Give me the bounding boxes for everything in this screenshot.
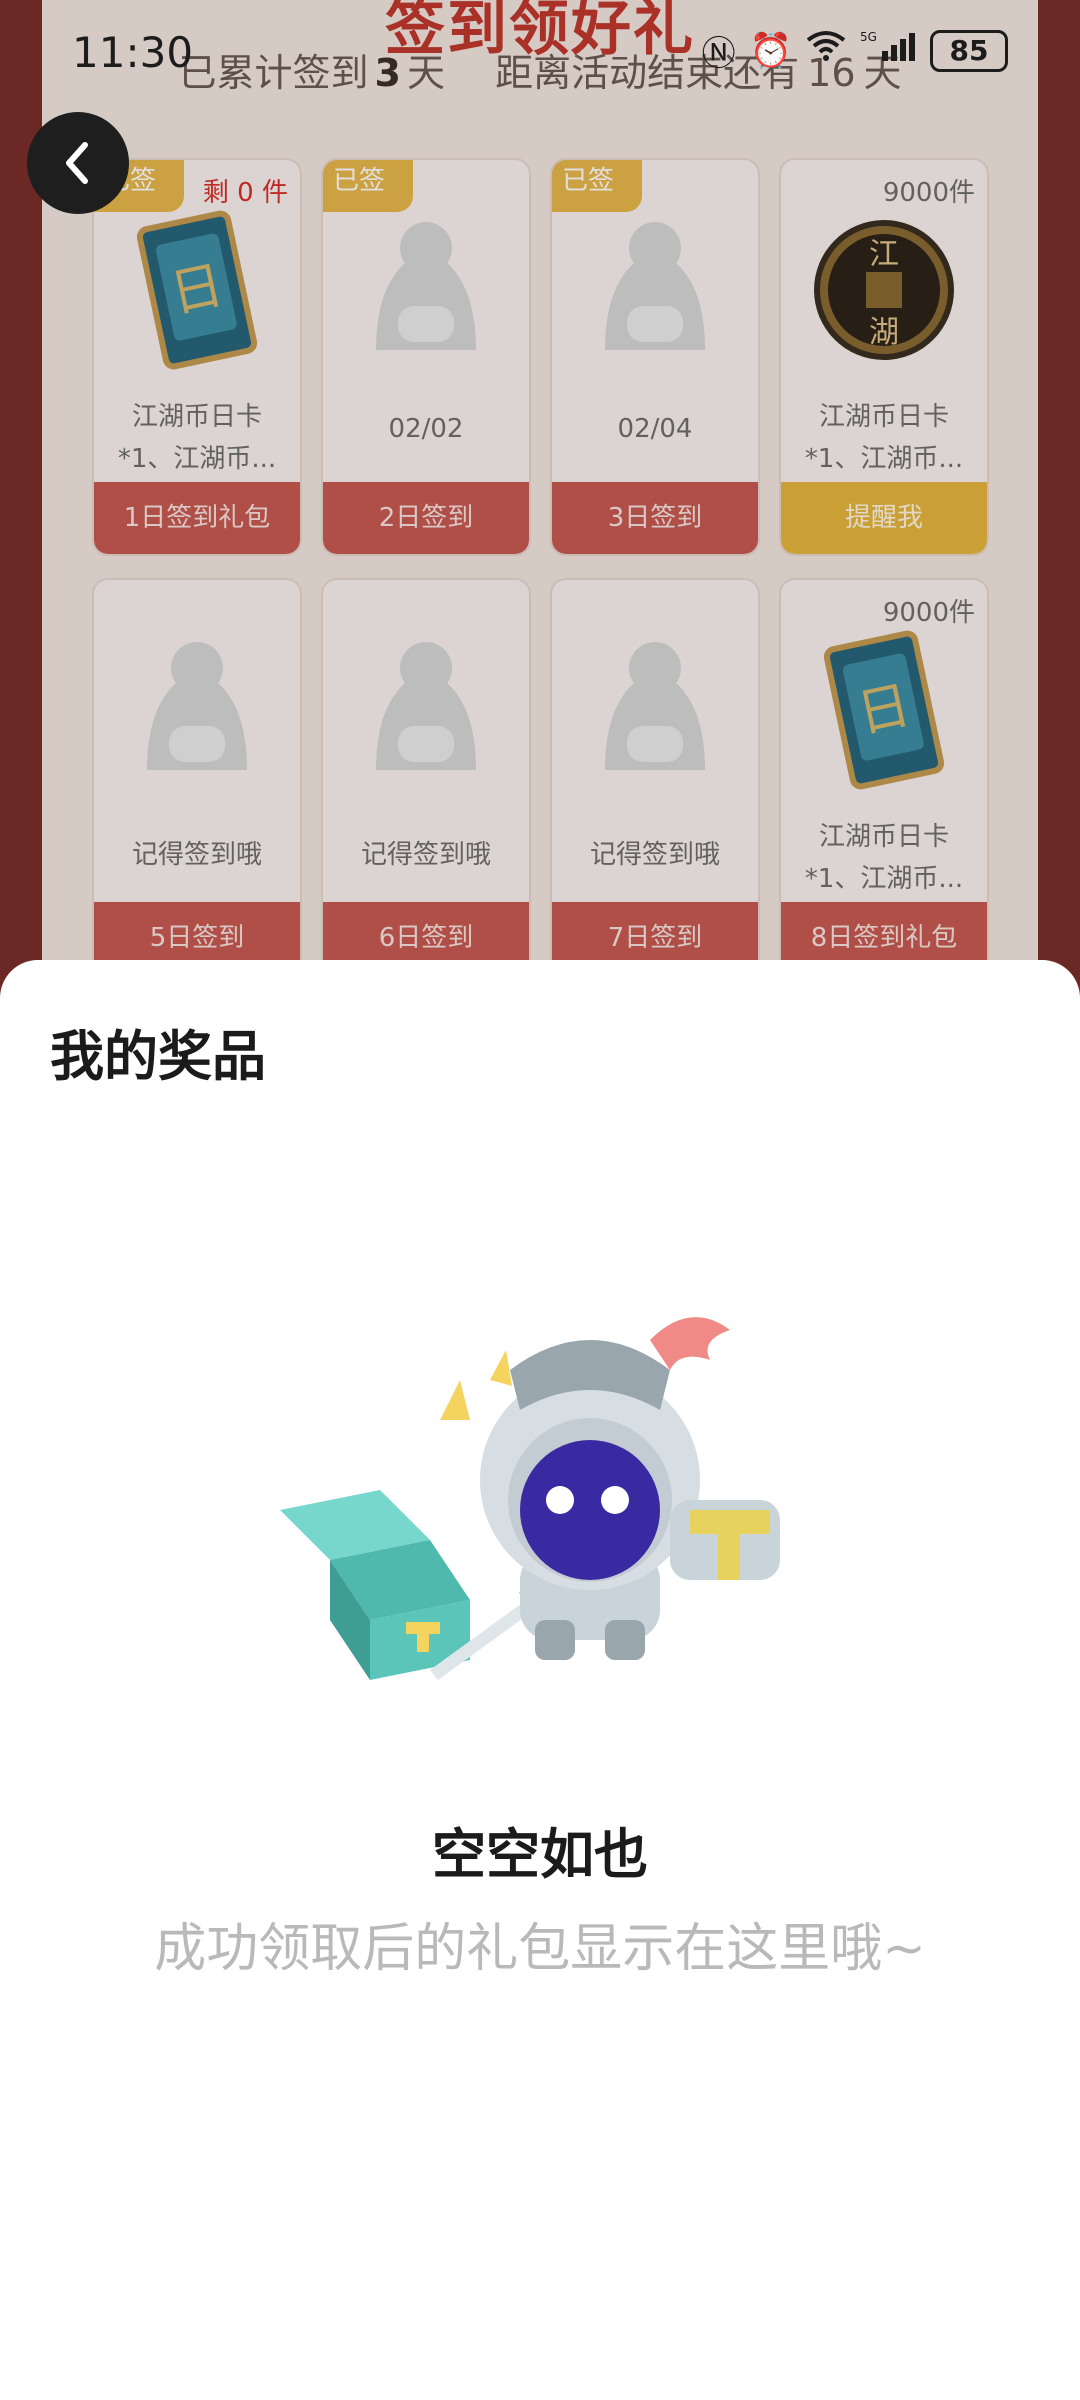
alarm-icon: ⏰ [749,30,792,71]
chevron-left-icon [66,142,88,184]
nfc-icon: Ⓝ [701,34,736,74]
wifi-icon [806,30,846,71]
status-time: 11:30 [72,28,194,77]
5g-signal-icon: 5G [860,29,916,72]
svg-text:5G: 5G [860,30,877,44]
status-icons: Ⓝ ⏰ 5G 85 [702,26,1008,75]
treasure-chest-icon [280,1490,470,1680]
empty-state-title: 空空如也 [432,1823,648,1886]
status-bar: 11:30 Ⓝ ⏰ 5G 85 [0,0,1080,100]
empty-state-description: 成功领取后的礼包显示在这里哦~ [154,1919,926,1979]
empty-state-illustration [270,1300,810,1680]
battery-icon: 85 [930,29,1008,72]
back-button[interactable] [27,112,129,214]
sheet-title: 我的奖品 [50,1025,266,1088]
my-prizes-sheet: 我的奖品 空空如也 成功领取后的礼包显示在这里哦~ [0,960,1080,2400]
